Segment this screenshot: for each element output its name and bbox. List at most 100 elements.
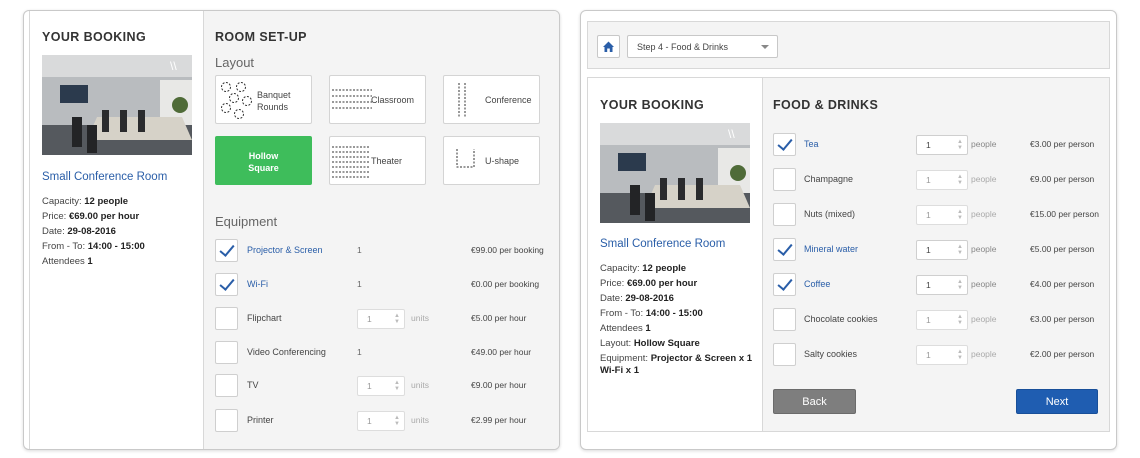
layout-banquet-rounds[interactable]: Banquet Rounds [215, 75, 312, 124]
food-checkbox[interactable] [773, 273, 796, 296]
unit-label: people [971, 209, 997, 219]
layout-tile-label: Classroom [371, 95, 415, 105]
u-shape-icon [456, 149, 475, 168]
unit-label: people [971, 139, 997, 149]
home-icon [603, 41, 614, 52]
food-name: Chocolate cookies [804, 314, 878, 324]
layout-tile-label: Banquet Rounds [257, 90, 291, 112]
equipment-price: €9.00 per hour [471, 380, 527, 390]
stepper-arrows-icon: ▲ ▼ [957, 209, 963, 221]
quantity-stepper[interactable]: 1 ▲ ▼ [916, 275, 968, 295]
stepper-arrows-icon: ▲ ▼ [957, 314, 963, 326]
detail-row: Date: 29-08-2016 [42, 226, 116, 237]
booking-details: Capacity: 12 people Price: €69.00 per ho… [600, 261, 752, 377]
equipment-checkbox[interactable] [215, 239, 238, 262]
back-button[interactable]: Back [773, 389, 856, 414]
equipment-qty: 1 [357, 279, 362, 289]
booking-summary-panel: YOUR BOOKING \\ Small Conference Room Ca… [587, 77, 762, 432]
equipment-checkbox[interactable] [215, 341, 238, 364]
room-photo: \\ [42, 55, 192, 155]
detail-row: Wi-Fi x 1 [600, 365, 639, 376]
quantity-stepper[interactable]: 1 ▲ ▼ [916, 310, 968, 330]
food-price: €5.00 per person [1030, 244, 1095, 254]
quantity-stepper[interactable]: 1 ▲ ▼ [357, 411, 405, 431]
detail-row: From - To: 14:00 - 15:00 [600, 308, 703, 319]
equipment-row-tv: TV 1 ▲ ▼ units €9.00 per hour [215, 374, 555, 398]
room-name[interactable]: Small Conference Room [600, 238, 725, 250]
stepper-arrows-icon: ▲ ▼ [394, 415, 400, 427]
unit-label: people [971, 314, 997, 324]
food-checkbox[interactable] [773, 168, 796, 191]
quantity-stepper[interactable]: 1 ▲ ▼ [916, 135, 968, 155]
theater-icon [332, 146, 370, 178]
units-label: units [411, 313, 429, 323]
equipment-name: Projector & Screen [247, 245, 323, 255]
step-bar: Step 4 - Food & Drinks [587, 21, 1110, 69]
equipment-price: €5.00 per hour [471, 313, 527, 323]
quantity-stepper[interactable]: 1 ▲ ▼ [916, 345, 968, 365]
stepper-arrows-icon: ▲ ▼ [957, 349, 963, 361]
layout-u-shape[interactable]: U-shape [443, 136, 540, 185]
equipment-checkbox[interactable] [215, 307, 238, 330]
equipment-price: €49.00 per hour [471, 347, 532, 357]
food-price: €2.00 per person [1030, 349, 1095, 359]
equipment-checkbox[interactable] [215, 374, 238, 397]
food-checkbox[interactable] [773, 308, 796, 331]
unit-label: people [971, 279, 997, 289]
equipment-checkbox[interactable] [215, 409, 238, 432]
equipment-name: TV [247, 380, 259, 390]
layout-tile-label: U-shape [485, 156, 520, 166]
equipment-name: Printer [247, 415, 274, 425]
quantity-stepper[interactable]: 1 ▲ ▼ [357, 376, 405, 396]
equipment-qty: 1 [357, 347, 362, 357]
equipment-row-video: Video Conferencing 1 €49.00 per hour [215, 341, 555, 365]
food-checkbox[interactable] [773, 238, 796, 261]
svg-text:\\: \\ [728, 127, 735, 141]
food-checkbox[interactable] [773, 343, 796, 366]
layout-hollow-square[interactable]: Hollow Square [215, 136, 312, 185]
food-price: €3.00 per person [1030, 139, 1095, 149]
unit-label: people [971, 244, 997, 254]
unit-label: people [971, 349, 997, 359]
detail-row: Equipment: Projector & Screen x 1 [600, 353, 753, 364]
stepper-arrows-icon: ▲ ▼ [394, 380, 400, 392]
food-price: €9.00 per person [1030, 174, 1095, 184]
layout-classroom[interactable]: Classroom [329, 75, 426, 124]
food-row-mineral-water: Mineral water 1 ▲ ▼ people €5.00 per perso… [773, 238, 1108, 262]
conference-icon [458, 83, 466, 118]
layout-conference[interactable]: Conference [443, 75, 540, 124]
room-setup-title: ROOM SET-UP [215, 30, 307, 44]
layout-tile-label: Hollow Square [248, 151, 279, 173]
food-row-nuts: Nuts (mixed) 1 ▲ ▼ people €15.00 per perso… [773, 203, 1108, 227]
stepper-arrows-icon: ▲ ▼ [394, 313, 400, 325]
quantity-stepper[interactable]: 1 ▲ ▼ [357, 309, 405, 329]
food-name: Champagne [804, 174, 854, 184]
equipment-row-projector: Projector & Screen 1 €99.00 per booking [215, 239, 555, 263]
quantity-stepper[interactable]: 1 ▲ ▼ [916, 205, 968, 225]
food-name: Nuts (mixed) [804, 209, 856, 219]
detail-row: Capacity: 12 people [600, 263, 687, 274]
food-row-salty-cookies: Salty cookies 1 ▲ ▼ people €2.00 per perso… [773, 343, 1108, 367]
layout-theater[interactable]: Theater [329, 136, 426, 185]
room-name[interactable]: Small Conference Room [42, 171, 167, 183]
food-name: Salty cookies [804, 349, 858, 359]
food-drinks-card: Step 4 - Food & Drinks YOUR BOOKING \\ S… [580, 10, 1117, 450]
food-name: Mineral water [804, 244, 859, 254]
room-setup-panel: ROOM SET-UP Layout Banquet Rounds Classr… [204, 11, 559, 449]
next-button[interactable]: Next [1016, 389, 1098, 414]
equipment-checkbox[interactable] [215, 273, 238, 296]
detail-row: From - To: 14:00 - 15:00 [42, 241, 145, 252]
banquet-icon [221, 82, 252, 119]
food-row-chocolate-cookies: Chocolate cookies 1 ▲ ▼ people €3.00 per p… [773, 308, 1108, 332]
quantity-stepper[interactable]: 1 ▲ ▼ [916, 240, 968, 260]
step-select[interactable]: Step 4 - Food & Drinks [627, 35, 778, 58]
quantity-stepper[interactable]: 1 ▲ ▼ [916, 170, 968, 190]
svg-text:\\: \\ [170, 59, 177, 73]
food-checkbox[interactable] [773, 203, 796, 226]
food-checkbox[interactable] [773, 133, 796, 156]
food-row-coffee: Coffee 1 ▲ ▼ people €4.00 per person [773, 273, 1108, 297]
home-button[interactable] [597, 35, 620, 58]
food-name: Tea [804, 139, 819, 149]
layout-tile-label: Theater [371, 156, 403, 166]
equipment-name: Wi-Fi [247, 279, 268, 289]
